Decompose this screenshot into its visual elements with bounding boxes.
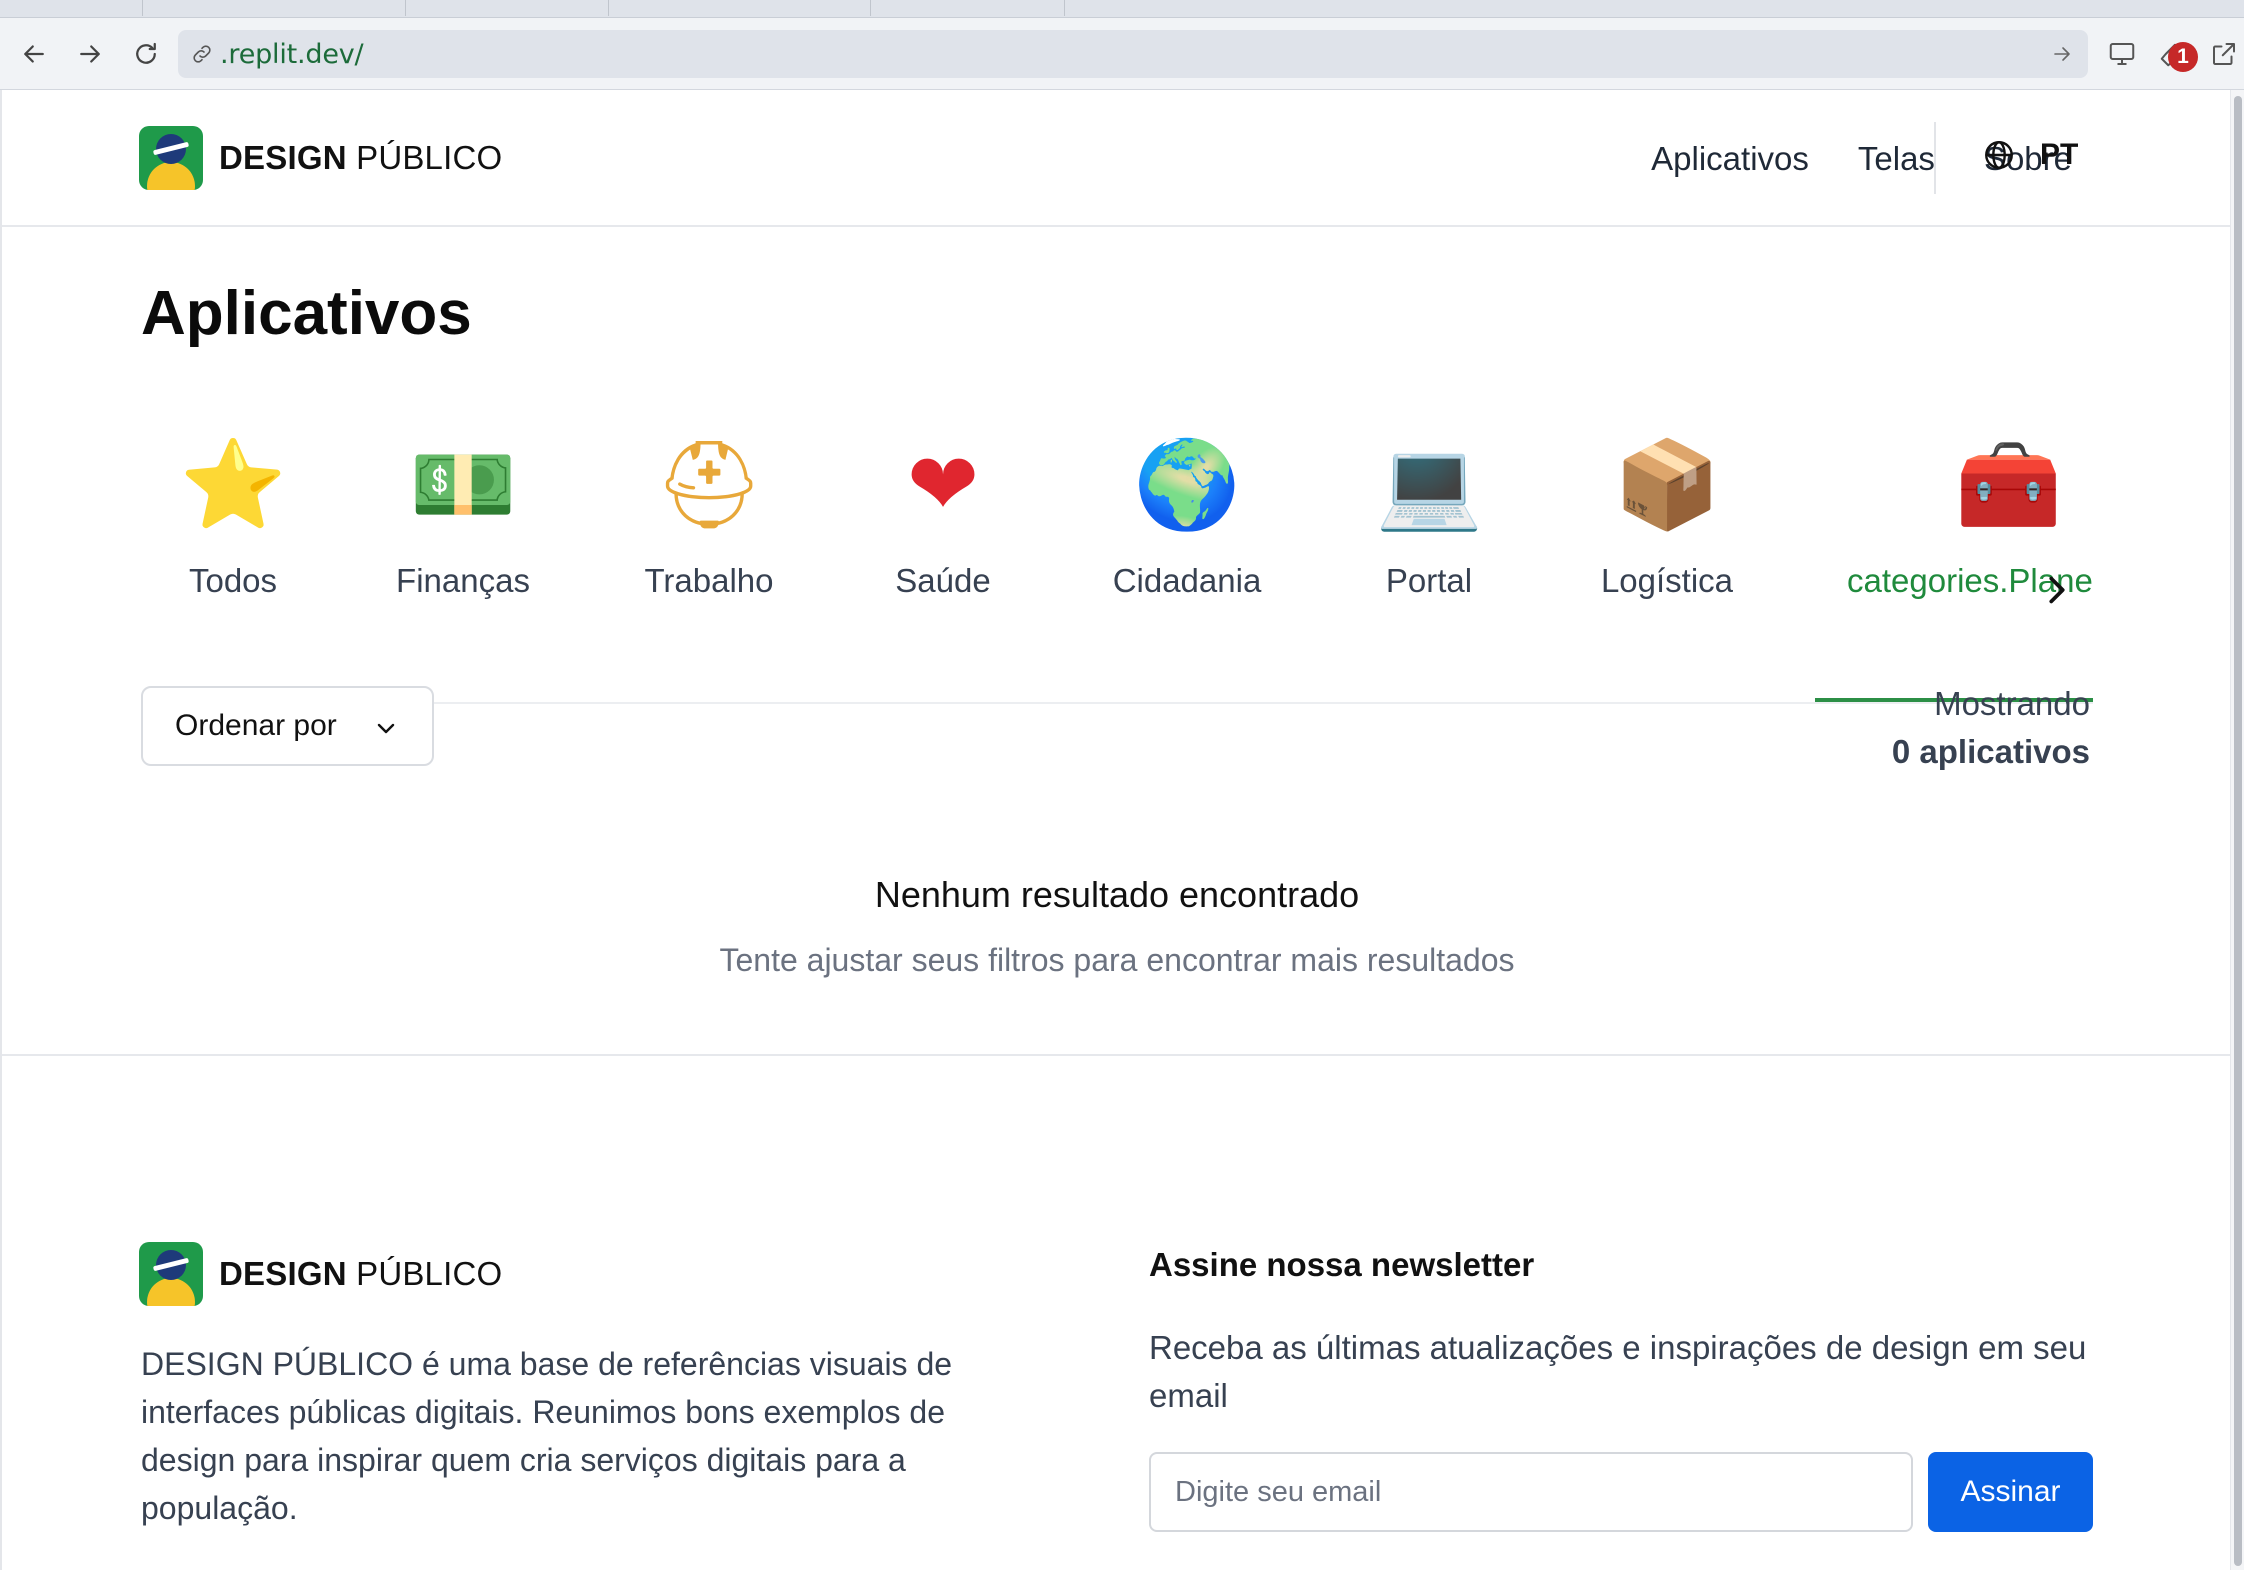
chevron-right-icon[interactable] <box>2042 570 2072 610</box>
browser-toolbar: .replit.dev/ 1 <box>0 18 2244 90</box>
chevron-down-icon <box>377 723 395 734</box>
sort-label: Ordenar por <box>175 709 337 742</box>
category-label: Saúde <box>895 562 991 599</box>
money-icon: 💵 <box>409 437 517 533</box>
email-input[interactable] <box>1149 1452 1913 1532</box>
newsletter-description: Receba as últimas atualizações e inspira… <box>1149 1329 2087 1414</box>
arrow-right-icon <box>80 45 100 63</box>
stars-icon: ⭐ <box>179 437 287 533</box>
nav-link-aplicativos[interactable]: Aplicativos <box>1651 140 1809 178</box>
reload-button[interactable] <box>126 34 166 74</box>
empty-state-title: Nenhum resultado encontrado <box>874 874 1360 915</box>
category-tab-trabalho[interactable]: ⛑ Trabalho <box>617 410 801 702</box>
hand-truck-icon: 📦 <box>1613 437 1721 533</box>
nav-link-telas[interactable]: Telas <box>1858 140 1935 178</box>
tab-separator <box>405 0 406 16</box>
forward-button[interactable] <box>70 34 110 74</box>
category-tab-todos[interactable]: ⭐ Todos <box>141 410 325 702</box>
tab-separator <box>1064 0 1065 16</box>
category-tab-portal[interactable]: 💻 Portal <box>1337 410 1521 702</box>
device-preview-button[interactable] <box>2102 34 2142 74</box>
empty-state-subtitle: Tente ajustar seus filtros para encontra… <box>719 942 1515 978</box>
category-tab-planejamento[interactable]: 🧰 categories.Plane <box>1815 410 2093 702</box>
newsletter-title: Assine nossa newsletter <box>1149 1246 1535 1283</box>
site-logo[interactable]: DESIGN PÚBLICO <box>139 126 502 190</box>
results-count: Mostrando 0 aplicativos <box>1892 680 2090 776</box>
results-count-value: 0 aplicativos <box>1891 733 2090 770</box>
hard-hat-icon: ⛑ <box>654 437 764 533</box>
language-label: PT <box>2040 138 2079 171</box>
nav-divider <box>1934 122 1936 194</box>
page-scrollbar[interactable] <box>2230 90 2244 1570</box>
subscribe-button[interactable]: Assinar <box>1928 1452 2093 1532</box>
laptop-icon: 💻 <box>1375 437 1483 533</box>
scrollbar-thumb[interactable] <box>2234 96 2242 1566</box>
site-header: DESIGN PÚBLICO Aplicativos Telas Sobre P… <box>2 90 2230 227</box>
category-label: Trabalho <box>644 562 774 599</box>
category-label: Finanças <box>396 562 530 599</box>
category-tab-logistica[interactable]: 📦 Logística <box>1557 410 1777 702</box>
browser-tab-strip <box>0 0 2244 18</box>
globe-icon: 🌍 <box>1133 437 1241 533</box>
language-switcher[interactable]: PT <box>1982 138 2078 172</box>
open-external-button[interactable] <box>2204 34 2244 74</box>
category-tab-financas[interactable]: 💵 Finanças <box>371 410 555 702</box>
link-icon <box>193 45 211 63</box>
external-link-icon <box>2213 43 2235 65</box>
back-button[interactable] <box>14 34 54 74</box>
monitor-icon <box>2109 43 2135 65</box>
category-label: Cidadania <box>1112 562 1262 599</box>
go-arrow-icon[interactable] <box>2050 42 2074 66</box>
logo-text: DESIGN PÚBLICO <box>219 1255 503 1292</box>
arrow-left-icon <box>24 45 44 63</box>
category-label: Todos <box>188 562 278 599</box>
sort-dropdown[interactable]: Ordenar por <box>141 686 434 766</box>
category-tab-cidadania[interactable]: 🌍 Cidadania <box>1077 410 1297 702</box>
site-footer: DESIGN PÚBLICO DESIGN PÚBLICO é uma base… <box>2 1054 2230 1570</box>
category-tabs: ⭐ Todos 💵 Finanças ⛑ Trabalho ❤ Saúde 🌍 … <box>141 410 2093 704</box>
tab-separator <box>608 0 609 16</box>
toolbox-icon: 🧰 <box>1955 437 2063 533</box>
footer-logo[interactable]: DESIGN PÚBLICO <box>139 1242 502 1306</box>
reload-icon <box>136 42 156 64</box>
category-label: Portal <box>1385 562 1473 599</box>
page-viewport: DESIGN PÚBLICO Aplicativos Telas Sobre P… <box>0 90 2230 1570</box>
notification-badge: 1 <box>2168 42 2198 72</box>
category-label: Logística <box>1600 562 1734 599</box>
address-bar[interactable]: .replit.dev/ <box>178 30 2088 78</box>
category-tab-saude[interactable]: ❤ Saúde <box>851 410 1035 702</box>
tab-separator <box>870 0 871 16</box>
globe-icon <box>1985 141 2013 169</box>
logo-mark-icon <box>139 1242 203 1306</box>
logo-text: DESIGN PÚBLICO <box>219 139 503 176</box>
page-title: Aplicativos <box>141 279 472 348</box>
tab-separator <box>142 0 143 16</box>
results-count-prefix: Mostrando <box>1934 685 2090 722</box>
heart-icon: ❤ <box>906 437 980 533</box>
logo-mark-icon <box>139 126 203 190</box>
footer-description: DESIGN PÚBLICO é uma base de referências… <box>141 1346 953 1526</box>
url-text: .replit.dev/ <box>220 38 364 70</box>
